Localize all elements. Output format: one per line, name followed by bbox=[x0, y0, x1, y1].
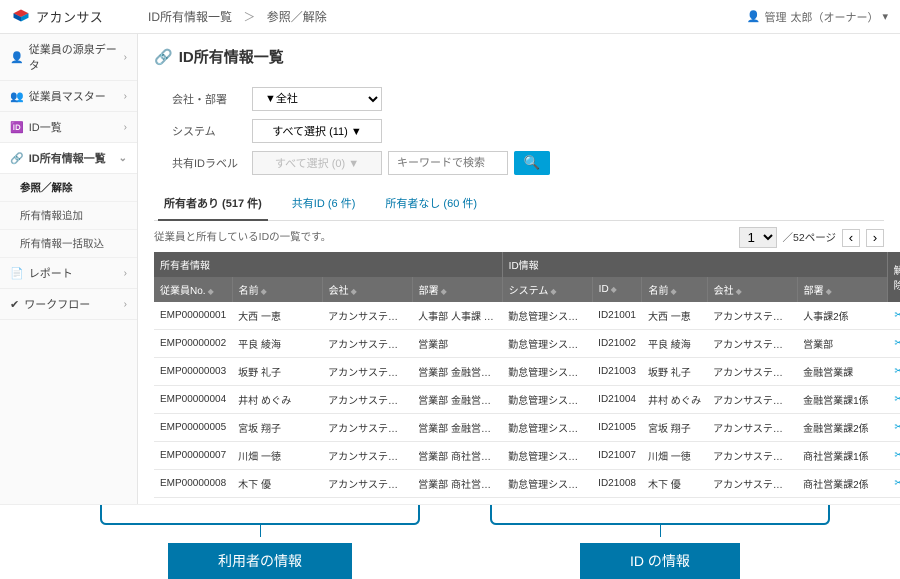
unlink-button[interactable]: ✂ bbox=[887, 386, 900, 414]
tab-has-owner[interactable]: 所有者あり (517 件) bbox=[158, 189, 268, 221]
link-icon: 🔗 bbox=[10, 152, 24, 165]
filter-keyword-input[interactable] bbox=[388, 151, 508, 175]
th-id-company[interactable]: 会社◆ bbox=[707, 277, 797, 302]
page-size-select[interactable]: 1 bbox=[739, 227, 777, 248]
breadcrumb: ID所有情報一覧 ＞ 参照／解除 bbox=[138, 8, 747, 25]
callout-user-info: 利用者の情報 bbox=[168, 543, 352, 579]
logo: アカンサス bbox=[12, 7, 138, 26]
table-row: EMP00000008木下 優アカンサステクノ営業部 商社営業課 商社営業課2係… bbox=[154, 470, 900, 498]
main: 🔗 ID所有情報一覧 会社・部署 ▼全社 システム すべて選択 (11) ▼ 共… bbox=[138, 34, 900, 504]
chevron-down-icon: ⌄ bbox=[119, 153, 127, 164]
th-empno[interactable]: 従業員No.◆ bbox=[154, 277, 232, 302]
pager: 1 ／52ページ ‹ › bbox=[739, 227, 884, 248]
sidebar-sub-import[interactable]: 所有情報一括取込 bbox=[0, 230, 137, 258]
user-icon: 👤 bbox=[747, 10, 761, 23]
table-note: 従業員と所有しているIDの一覧です。 bbox=[154, 229, 331, 244]
th-group-owner: 所有者情報 bbox=[154, 252, 502, 277]
topbar: アカンサス ID所有情報一覧 ＞ 参照／解除 👤 管理 太郎（オーナー） ▾ bbox=[0, 0, 900, 34]
chevron-right-icon: › bbox=[124, 299, 127, 310]
filter-shared-select[interactable]: すべて選択 (0) ▼ bbox=[252, 151, 382, 175]
th-company[interactable]: 会社◆ bbox=[322, 277, 412, 302]
prev-page-button[interactable]: ‹ bbox=[842, 229, 860, 247]
unlink-button[interactable]: ✂ bbox=[887, 302, 900, 330]
tabs: 所有者あり (517 件) 共有ID (6 件) 所有者なし (60 件) bbox=[154, 189, 884, 221]
breadcrumb-1[interactable]: ID所有情報一覧 bbox=[148, 10, 232, 24]
filter-panel: 会社・部署 ▼全社 システム すべて選択 (11) ▼ 共有IDラベル すべて選… bbox=[154, 79, 884, 189]
unlink-button[interactable]: ✂ bbox=[887, 330, 900, 358]
table-row: EMP00000002平良 綾海アカンサステクノ営業部勤怠管理システムID210… bbox=[154, 330, 900, 358]
search-button[interactable]: 🔍 bbox=[514, 151, 550, 175]
sidebar-sub-add[interactable]: 所有情報追加 bbox=[0, 202, 137, 230]
logo-icon bbox=[12, 8, 30, 26]
filter-org-label: 会社・部署 bbox=[172, 91, 252, 107]
sidebar-item-ownership[interactable]: 🔗ID所有情報一覧⌄ bbox=[0, 143, 137, 174]
page-title: 🔗 ID所有情報一覧 bbox=[154, 46, 884, 67]
filter-system-select[interactable]: すべて選択 (11) ▼ bbox=[252, 119, 382, 143]
brand-name: アカンサス bbox=[36, 7, 103, 26]
filter-system-label: システム bbox=[172, 123, 252, 139]
check-icon: ✔ bbox=[10, 298, 19, 311]
th-id-name[interactable]: 名前◆ bbox=[642, 277, 707, 302]
th-id-dept[interactable]: 部署◆ bbox=[797, 277, 887, 302]
unlink-button[interactable]: ✂ bbox=[887, 470, 900, 498]
table-row: EMP00000001大西 一恵アカンサステクノ人事部 人事課 人事2係勤怠管理… bbox=[154, 302, 900, 330]
filter-shared-label: 共有IDラベル bbox=[172, 155, 252, 171]
users-icon: 👥 bbox=[10, 90, 24, 103]
search-icon: 🔍 bbox=[524, 155, 541, 170]
sidebar-item-report[interactable]: 📄レポート› bbox=[0, 258, 137, 289]
th-group-id: ID情報 bbox=[502, 252, 887, 277]
table-row: EMP00000009田添 早織アカンサステクノ営業部 ソリューション営業勤怠管… bbox=[154, 498, 900, 505]
chevron-right-icon: › bbox=[124, 268, 127, 279]
th-id[interactable]: ID◆ bbox=[592, 277, 642, 302]
user-menu[interactable]: 👤 管理 太郎（オーナー） ▾ bbox=[747, 9, 888, 25]
tab-no-owner[interactable]: 所有者なし (60 件) bbox=[379, 189, 483, 220]
th-action: 解除 bbox=[887, 252, 900, 302]
link-icon: 🔗 bbox=[154, 48, 173, 66]
table-row: EMP00000004井村 めぐみアカンサステクノ営業部 金融営業課 金融営業課… bbox=[154, 386, 900, 414]
breadcrumb-2: 参照／解除 bbox=[267, 10, 327, 24]
th-dept[interactable]: 部署◆ bbox=[412, 277, 502, 302]
chevron-right-icon: › bbox=[124, 91, 127, 102]
sidebar-sub-view[interactable]: 参照／解除 bbox=[0, 174, 137, 202]
table-row: EMP00000005宮坂 翔子アカンサステクノ営業部 金融営業課 金融営業課2… bbox=[154, 414, 900, 442]
sidebar-item-idlist[interactable]: 🆔ID一覧› bbox=[0, 112, 137, 143]
table-row: EMP00000003坂野 礼子アカンサステクノ営業部 金融営業課勤怠管理システ… bbox=[154, 358, 900, 386]
annotation-callouts: 利用者の情報 ID の情報 bbox=[0, 505, 900, 579]
filter-org-select[interactable]: ▼全社 bbox=[252, 87, 382, 111]
sidebar-item-source[interactable]: 👤従業員の源泉データ› bbox=[0, 34, 137, 81]
chevron-right-icon: › bbox=[124, 122, 127, 133]
chevron-down-icon: ▾ bbox=[882, 10, 888, 23]
callout-id-info: ID の情報 bbox=[580, 543, 740, 579]
sidebar-item-master[interactable]: 👥従業員マスター› bbox=[0, 81, 137, 112]
sidebar: 👤従業員の源泉データ› 👥従業員マスター› 🆔ID一覧› 🔗ID所有情報一覧⌄ … bbox=[0, 34, 138, 504]
table-row: EMP00000007川畑 一徳アカンサステクノ営業部 商社営業課 商社営業課1… bbox=[154, 442, 900, 470]
next-page-button[interactable]: › bbox=[866, 229, 884, 247]
report-icon: 📄 bbox=[10, 267, 24, 280]
ownership-table: 所有者情報 ID情報 解除 従業員No.◆ 名前◆ 会社◆ 部署◆ システム◆ … bbox=[154, 252, 900, 504]
th-name[interactable]: 名前◆ bbox=[232, 277, 322, 302]
chevron-right-icon: › bbox=[124, 52, 127, 63]
unlink-button[interactable]: ✂ bbox=[887, 498, 900, 505]
th-system[interactable]: システム◆ bbox=[502, 277, 592, 302]
id-icon: 🆔 bbox=[10, 121, 24, 134]
sidebar-item-workflow[interactable]: ✔ワークフロー› bbox=[0, 289, 137, 320]
unlink-button[interactable]: ✂ bbox=[887, 442, 900, 470]
user-icon: 👤 bbox=[10, 51, 24, 64]
unlink-button[interactable]: ✂ bbox=[887, 358, 900, 386]
tab-shared[interactable]: 共有ID (6 件) bbox=[286, 189, 362, 220]
unlink-button[interactable]: ✂ bbox=[887, 414, 900, 442]
